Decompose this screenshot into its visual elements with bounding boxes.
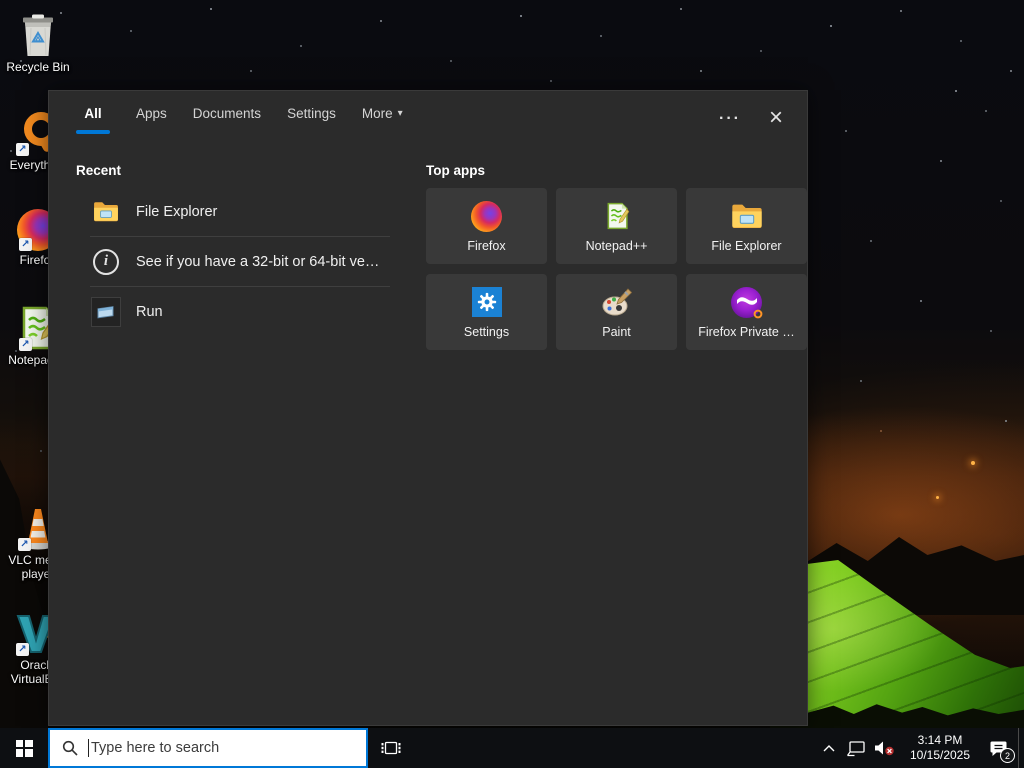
tab-settings[interactable]: Settings (287, 106, 336, 121)
date-label: 10/15/2025 (909, 748, 971, 762)
taskbar-search-box[interactable] (48, 728, 368, 768)
search-input[interactable] (91, 740, 366, 756)
chevron-up-icon (823, 745, 835, 752)
recycle-bin-icon (18, 10, 58, 58)
more-options-button[interactable]: ··· (719, 109, 741, 127)
show-hidden-icons-button[interactable] (816, 728, 842, 768)
close-button[interactable]: × (769, 106, 783, 130)
recent-item-search-suggestion[interactable]: i See if you have a 32-bit or 64-bit ve… (76, 238, 398, 285)
active-tab-underline (76, 130, 110, 134)
recent-item-run[interactable]: Run (76, 288, 398, 335)
notepad-plus-plus-icon (604, 200, 630, 232)
task-view-button[interactable] (368, 728, 414, 768)
star-glow (936, 496, 939, 499)
volume-muted-icon (875, 741, 894, 756)
folder-icon (731, 200, 763, 232)
top-app-firefox-private[interactable]: Firefox Private … (686, 274, 807, 350)
star-glow (971, 461, 975, 465)
search-icon (62, 740, 78, 756)
ellipsis-icon: ··· (719, 110, 741, 127)
start-button[interactable] (0, 728, 48, 768)
top-app-file-explorer[interactable]: File Explorer (686, 188, 807, 264)
desktop-screen: Recycle Bin ↗ Everything ↗ Firefox ↗ Not… (0, 0, 1024, 768)
taskbar-empty-area (414, 728, 816, 768)
run-icon (86, 296, 126, 327)
recent-item-label: Run (136, 303, 163, 320)
task-view-icon (381, 741, 401, 755)
close-icon: × (768, 104, 783, 131)
clock[interactable]: 3:14 PM 10/15/2025 (900, 733, 980, 763)
text-caret (88, 739, 89, 757)
ethernet-icon (846, 740, 865, 756)
stars-decoration (0, 0, 2, 2)
shortcut-arrow-icon: ↗ (19, 338, 32, 351)
system-tray: 3:14 PM 10/15/2025 2 (816, 728, 1024, 768)
desktop-icon-label: Recycle Bin (6, 60, 70, 74)
divider (90, 236, 390, 237)
tab-more[interactable]: More ▾ (362, 106, 403, 121)
recent-item-file-explorer[interactable]: File Explorer (76, 188, 398, 235)
firefox-private-mask-icon (731, 286, 763, 318)
top-app-settings[interactable]: Settings (426, 274, 547, 350)
show-desktop-button[interactable] (1018, 728, 1024, 768)
taskbar: 3:14 PM 10/15/2025 2 (0, 728, 1024, 768)
volume-button[interactable] (870, 728, 900, 768)
folder-icon (86, 201, 126, 222)
settings-gear-icon (471, 286, 502, 318)
paint-palette-icon (601, 286, 633, 318)
recent-section: Recent File Explorer i See if you have a… (76, 163, 398, 350)
action-center-button[interactable]: 2 (980, 728, 1018, 768)
windows-logo-icon (15, 739, 33, 757)
recent-heading: Recent (76, 163, 122, 178)
recent-item-label: File Explorer (136, 203, 218, 220)
firefox-icon (471, 200, 502, 232)
recent-item-label: See if you have a 32-bit or 64-bit ve… (136, 253, 380, 270)
time-label: 3:14 PM (917, 733, 963, 747)
top-apps-heading: Top apps (426, 163, 485, 178)
shortcut-arrow-icon: ↗ (19, 238, 32, 251)
tab-documents[interactable]: Documents (193, 106, 261, 121)
desktop-icon-recycle-bin[interactable]: Recycle Bin (0, 10, 76, 74)
search-filter-tabs: All Apps Documents Settings More ▾ ··· × (49, 91, 807, 137)
top-app-notepad[interactable]: Notepad++ (556, 188, 677, 264)
top-app-firefox[interactable]: Firefox (426, 188, 547, 264)
notification-count-badge: 2 (1000, 748, 1015, 763)
shortcut-arrow-icon: ↗ (18, 538, 31, 551)
chevron-down-icon: ▾ (397, 108, 403, 119)
shortcut-arrow-icon: ↗ (16, 143, 29, 156)
network-status-button[interactable] (842, 728, 870, 768)
divider (90, 286, 390, 287)
shortcut-arrow-icon: ↗ (16, 643, 29, 656)
info-icon: i (86, 248, 126, 275)
top-apps-section: Top apps Firefox Notepad++ File Explorer… (426, 163, 807, 350)
tab-apps[interactable]: Apps (136, 106, 167, 121)
top-app-paint[interactable]: Paint (556, 274, 677, 350)
search-panel: All Apps Documents Settings More ▾ ··· ×… (48, 90, 808, 726)
tab-all[interactable]: All (76, 106, 110, 134)
